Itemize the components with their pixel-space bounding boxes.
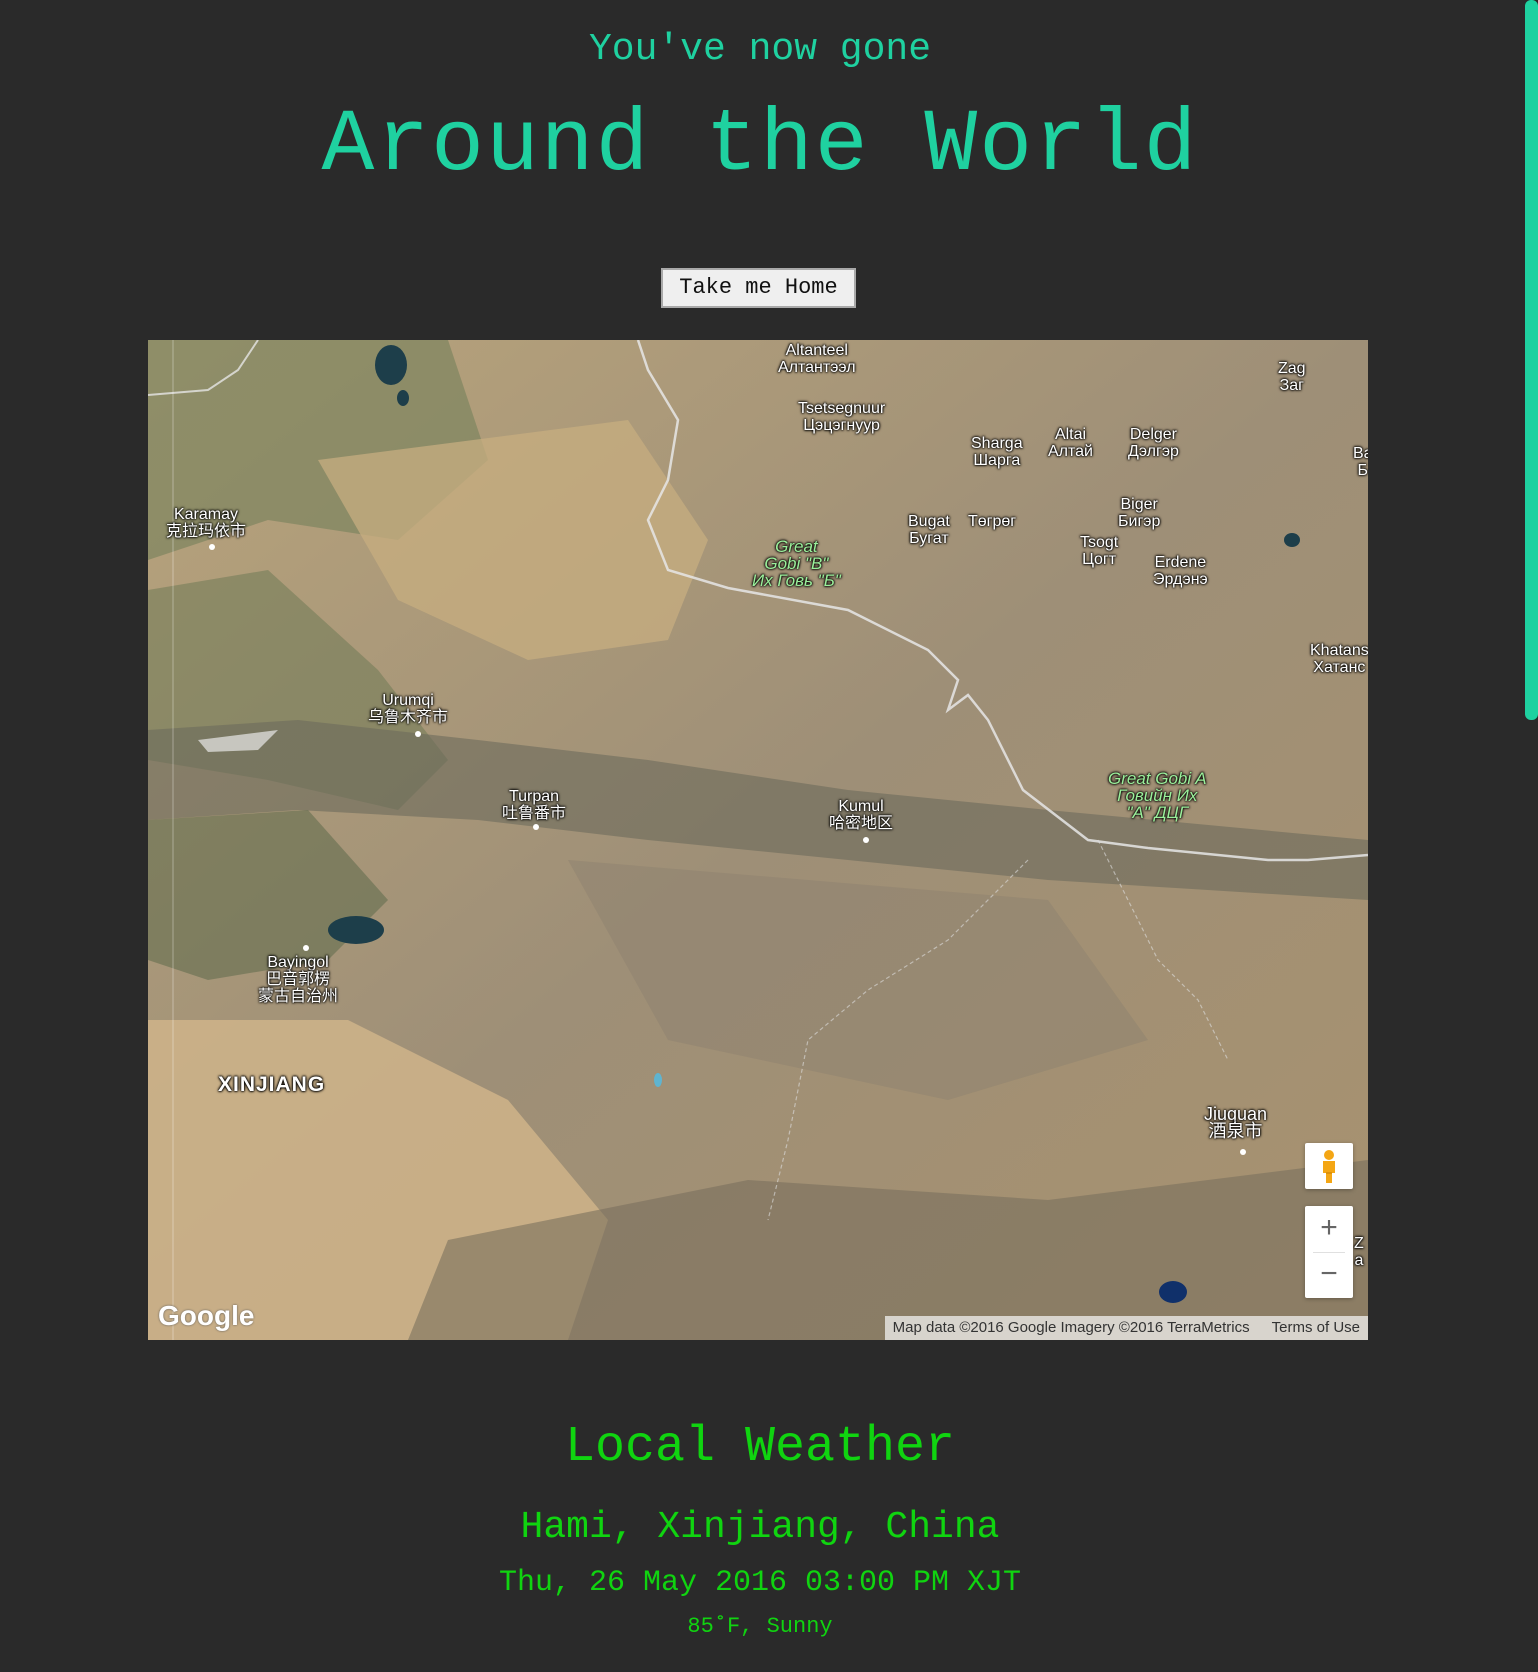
page: You've now gone Around the World Take me… xyxy=(0,0,1538,1672)
take-me-home-button[interactable]: Take me Home xyxy=(661,268,856,308)
map-label-xinjiang: XINJIANG xyxy=(218,1073,326,1096)
weather-conditions: 85˚F, Sunny xyxy=(687,1614,833,1639)
satellite-imagery xyxy=(148,340,1368,1340)
map-label-tsetsegnuur: Tsetsegnuur Цэцэгнуур xyxy=(798,400,886,434)
page-title: Around the World xyxy=(321,97,1199,196)
page-subtitle: You've now gone xyxy=(588,28,932,71)
map-label-altai: Altai Алтай xyxy=(1048,426,1093,460)
weather-heading: Local Weather xyxy=(564,1419,956,1476)
map-label-turpan: Turpan 吐鲁番市 xyxy=(502,788,567,822)
map-data-attribution: Map data ©2016 Google Imagery ©2016 Terr… xyxy=(892,1319,1250,1336)
map-label-altanteel: Altanteel Алтантээл xyxy=(778,342,856,376)
satellite-map[interactable]: Altanteel Алтантээл Tsetsegnuur Цэцэгнуур … xyxy=(148,340,1368,1340)
street-view-pegman-icon[interactable] xyxy=(1305,1143,1353,1189)
map-label-jiuquan: Jiuquan 酒泉市 xyxy=(1204,1104,1268,1141)
map-label-bayingol: Bayingol 巴音郭楞 蒙古自治州 xyxy=(258,954,339,1005)
weather-datetime: Thu, 26 May 2016 03:00 PM XJT xyxy=(498,1566,1022,1600)
map-label-kumul: Kumul 哈密地区 xyxy=(829,798,894,832)
map-label-edge-z: Za xyxy=(1354,1235,1364,1269)
map-label-erdene: Erdene Эрдэнэ xyxy=(1153,554,1208,588)
map-label-urumqi: Urumqi 乌鲁木齐市 xyxy=(368,692,449,726)
map-label-great-gobi-b: Great Gobi "B" Их Говь "Б" xyxy=(752,537,841,590)
map-label-togrog: Төгрөг xyxy=(968,513,1017,530)
map-label-khatans: Khatans Хатанс xyxy=(1310,642,1368,676)
google-logo: Google xyxy=(158,1300,255,1331)
weather-location: Hami, Xinjiang, China xyxy=(520,1506,1000,1549)
map-label-great-gobi-a: Great Gobi A Говийн Их "А" ДЦГ xyxy=(1108,769,1207,822)
map-label-sharga: Sharga Шарга xyxy=(971,435,1023,469)
map-label-delger: Delger Дэлгэр xyxy=(1128,426,1179,460)
terms-of-use-link[interactable]: Terms of Use xyxy=(1272,1316,1360,1340)
scrollbar-thumb[interactable] xyxy=(1525,0,1538,720)
map-label-zag: Zag Заг xyxy=(1278,360,1306,394)
map-label-biger: Biger Бигэр xyxy=(1118,496,1161,530)
map-label-bugat: Bugat Бугат xyxy=(908,513,950,547)
map-attribution-bar: Map data ©2016 Google Imagery ©2016 Terr… xyxy=(884,1316,1368,1340)
zoom-in-button[interactable]: + xyxy=(1305,1206,1353,1252)
zoom-control: + − xyxy=(1305,1206,1353,1298)
map-label-karamay: Karamay 克拉玛依市 xyxy=(166,506,247,540)
map-label-edge-b: BaБ xyxy=(1353,445,1368,479)
map-label-tsogt: Tsogt Цогт xyxy=(1080,534,1119,568)
page-scrollbar[interactable] xyxy=(1522,0,1538,1672)
zoom-out-button[interactable]: − xyxy=(1305,1252,1353,1298)
